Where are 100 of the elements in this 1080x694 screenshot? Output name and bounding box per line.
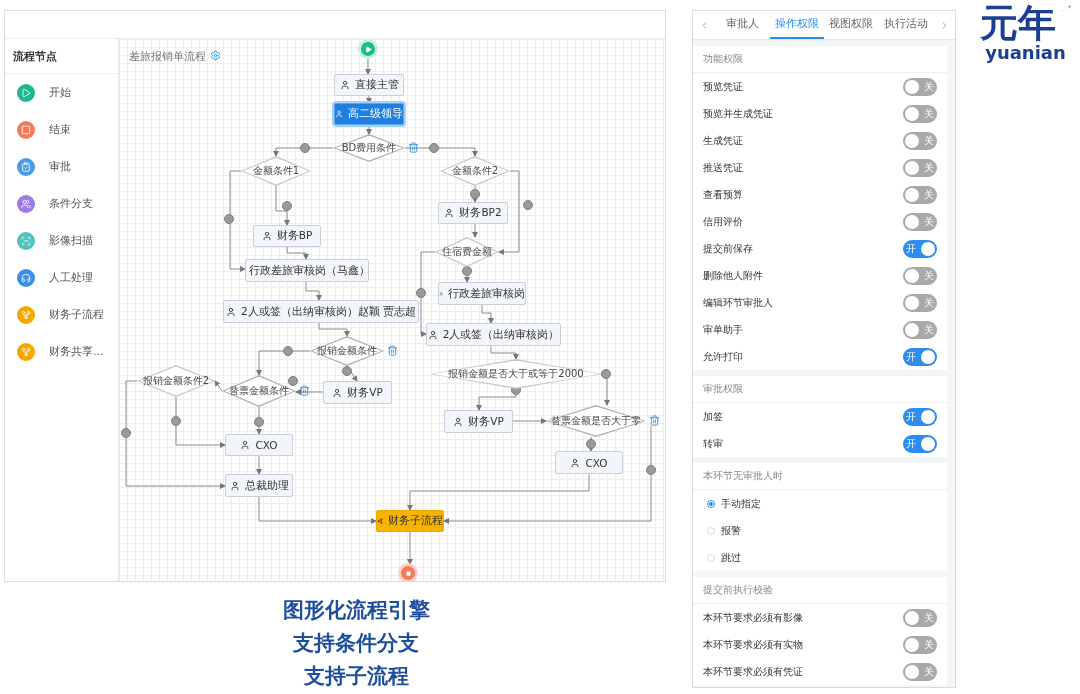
fork-icon[interactable]	[17, 342, 35, 361]
connector-arrow	[481, 304, 494, 324]
delete-icon[interactable]	[408, 142, 419, 153]
setting-label: 提交前保存	[703, 241, 753, 256]
branch-marker-icon[interactable]	[523, 200, 533, 210]
branch-marker-icon[interactable]	[586, 439, 596, 449]
connector-arrow	[490, 345, 519, 360]
branch-marker-icon[interactable]	[254, 417, 264, 427]
connector-arrow	[256, 350, 311, 376]
branch-marker-icon[interactable]	[171, 416, 181, 426]
section-header: 功能权限	[693, 46, 947, 73]
users-icon[interactable]	[17, 194, 35, 213]
condition-node[interactable]: 替票金额条件	[222, 375, 296, 407]
connector-arrow	[366, 95, 372, 104]
node-type-label[interactable]: 审批	[49, 159, 71, 174]
node-type-label[interactable]: 条件分支	[49, 196, 93, 211]
task-node[interactable]: 财务VP	[444, 410, 513, 433]
task-node[interactable]: 财务VP	[323, 381, 392, 404]
condition-node[interactable]: 报销金额是否大于或等于2000	[430, 359, 602, 389]
sidebar-title: 流程节点	[5, 39, 118, 74]
branch-marker-icon[interactable]	[283, 346, 293, 356]
task-node[interactable]: 2人或签（出纳审核岗）赵颖 贾志超	[223, 300, 419, 323]
connector-arrow	[365, 56, 371, 75]
task-node[interactable]: 2人或签（出纳审核岗）	[426, 323, 561, 346]
clipboard-icon[interactable]	[17, 157, 35, 176]
branch-marker-icon[interactable]	[646, 465, 656, 475]
condition-node[interactable]: 报销金额条件	[310, 336, 384, 366]
setting-label: 加签	[703, 409, 723, 424]
condition-node[interactable]: 金额条件2	[440, 156, 510, 186]
branch-marker-icon[interactable]	[462, 266, 472, 276]
person-icon	[335, 109, 343, 119]
node-type-label[interactable]: 财务共享...	[49, 344, 104, 359]
end-node[interactable]	[401, 566, 415, 580]
task-node[interactable]: 行政差旅审核岗	[438, 282, 526, 305]
tab[interactable]: 执行活动	[878, 11, 933, 39]
section-header: 审批权限	[693, 376, 947, 403]
radio-button[interactable]	[707, 499, 715, 508]
branch-marker-icon[interactable]	[288, 376, 298, 386]
settings-icon[interactable]	[210, 50, 221, 61]
task-node[interactable]: 直接主管	[334, 74, 404, 96]
tab[interactable]: 视图权限	[824, 11, 879, 39]
stop-icon	[405, 570, 411, 576]
task-node[interactable]: 财务BP2	[438, 202, 508, 224]
branch-marker-icon[interactable]	[342, 366, 352, 376]
person-icon	[444, 208, 455, 218]
radio-label[interactable]: 手动指定	[721, 496, 761, 511]
delete-icon[interactable]	[299, 385, 310, 396]
play-icon[interactable]	[17, 83, 35, 102]
setting-label: 转审	[703, 436, 723, 451]
connector-arrow	[256, 406, 262, 435]
node-type-label[interactable]: 开始	[49, 85, 71, 100]
branch-marker-icon[interactable]	[470, 189, 480, 199]
branch-marker-icon[interactable]	[601, 369, 611, 379]
condition-node[interactable]: 金额条件1	[241, 156, 311, 186]
connector-arrow	[318, 322, 350, 337]
scan-icon[interactable]	[17, 231, 35, 250]
task-node[interactable]: 总裁助理	[225, 474, 293, 497]
task-node[interactable]: CXO	[555, 451, 623, 474]
delete-icon[interactable]	[387, 345, 398, 356]
radio-label[interactable]: 报警	[721, 523, 741, 538]
task-node[interactable]: 高二级领导	[334, 103, 404, 125]
node-type-label[interactable]: 影像扫描	[49, 233, 93, 248]
person-icon	[229, 480, 240, 491]
branch-marker-icon[interactable]	[300, 143, 310, 153]
headphones-icon[interactable]	[17, 268, 35, 287]
caption-line: 支持子流程	[303, 663, 409, 690]
play-icon	[364, 45, 372, 53]
person-icon	[240, 440, 251, 450]
person-icon	[226, 306, 236, 317]
connector-arrow	[305, 281, 322, 301]
node-type-label[interactable]: 财务子流程	[49, 307, 104, 322]
setting-label: 预览凭证	[703, 79, 743, 94]
branch-marker-icon[interactable]	[282, 201, 292, 211]
setting-label: 预览并生成凭证	[703, 106, 773, 121]
condition-node[interactable]: 替票金额是否大于零	[546, 405, 646, 437]
fork-icon	[375, 518, 385, 524]
delete-icon[interactable]	[649, 415, 660, 426]
task-node[interactable]: CXO	[225, 434, 293, 456]
fork-icon[interactable]	[17, 305, 35, 324]
branch-marker-icon[interactable]	[416, 288, 426, 298]
subprocess-node[interactable]: 财务子流程	[376, 510, 444, 532]
radio-label[interactable]: 跳过	[721, 550, 741, 565]
branch-marker-icon[interactable]	[121, 428, 131, 438]
condition-node[interactable]: 住宿费金额	[435, 237, 499, 267]
condition-node[interactable]: 报销金额条件2	[137, 365, 215, 397]
start-node[interactable]	[361, 42, 375, 56]
setting-label: 允许打印	[703, 349, 743, 364]
stop-icon[interactable]	[17, 120, 35, 139]
setting-label: 本环节要求必须有凭证	[703, 664, 803, 679]
task-node[interactable]: 财务BP	[253, 225, 321, 247]
task-node[interactable]: 行政差旅审核岗（马鑫）	[245, 259, 369, 282]
condition-node[interactable]: BD费用条件	[333, 134, 405, 162]
node-type-label[interactable]: 人工处理	[49, 270, 93, 285]
branch-marker-icon[interactable]	[224, 214, 234, 224]
branch-marker-icon[interactable]	[429, 143, 439, 153]
swoosh-icon	[1057, 4, 1071, 14]
node-type-label[interactable]: 结束	[49, 122, 71, 137]
tab[interactable]: 操作权限	[769, 11, 824, 39]
tab[interactable]: 审批人	[715, 11, 770, 39]
logo-mark: 元年	[980, 2, 1056, 44]
